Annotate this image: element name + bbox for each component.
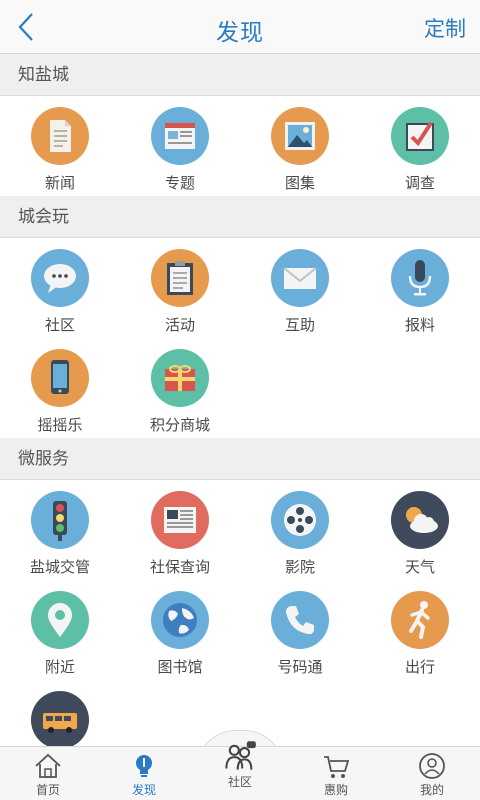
- newspaper-icon: [151, 491, 209, 549]
- section-grid-wei-fuwu: 盐城交管 社保查询 影院 天气 附近 图书馆 号码通 出行: [0, 480, 480, 746]
- tile-nearby[interactable]: 附近: [0, 580, 120, 680]
- page-title: 发现: [216, 19, 264, 45]
- section-header-zhi-yancheng: 知盐城: [0, 54, 480, 96]
- tab-discover[interactable]: 发现: [96, 747, 192, 800]
- globe-icon: [151, 591, 209, 649]
- tile-traffic-police[interactable]: 盐城交管: [0, 480, 120, 580]
- tile-weather[interactable]: 天气: [360, 480, 480, 580]
- tile-label: 社保查询: [149, 559, 210, 576]
- discover-content[interactable]: 知盐城 新闻 专题 图集 调查 城会玩 社区 活动 互助 报料 摇摇乐 积分商城…: [0, 54, 480, 746]
- tab-shopping[interactable]: 惠购: [288, 747, 384, 800]
- people-icon: [225, 741, 256, 770]
- chat-bubble-icon: [31, 249, 89, 307]
- tile-label: 影院: [284, 559, 315, 576]
- tile-label: 号码通: [277, 659, 323, 676]
- location-pin-icon: [31, 591, 89, 649]
- tile-activity[interactable]: 活动: [120, 238, 240, 338]
- tab-label: 发现: [131, 783, 156, 797]
- running-man-icon: [391, 591, 449, 649]
- tile-label: 专题: [164, 175, 195, 192]
- section-grid-cheng-hui-wan: 社区 活动 互助 报料 摇摇乐 积分商城: [0, 238, 480, 438]
- tile-gallery[interactable]: 图集: [240, 96, 360, 196]
- smartphone-icon: [31, 349, 89, 407]
- microphone-icon: [391, 249, 449, 307]
- tile-shake[interactable]: 摇摇乐: [0, 338, 120, 438]
- news-document-icon: [31, 107, 89, 165]
- tab-label: 惠购: [323, 783, 348, 797]
- sun-cloud-icon: [391, 491, 449, 549]
- tab-label: 我的: [419, 783, 444, 797]
- tile-community[interactable]: 社区: [0, 238, 120, 338]
- shopping-cart-icon: [324, 756, 350, 778]
- checkbox-survey-icon: [391, 107, 449, 165]
- tab-label: 首页: [35, 783, 60, 797]
- tab-mine[interactable]: 我的: [384, 747, 480, 800]
- picture-frame-icon: [271, 107, 329, 165]
- bottom-tab-bar: 首页 发现 社区 惠购 我的: [0, 741, 480, 800]
- tile-label: 调查: [404, 175, 435, 192]
- section-header-cheng-hui-wan: 城会玩: [0, 196, 480, 238]
- tile-label: 盐城交管: [29, 559, 90, 576]
- tile-points-mall[interactable]: 积分商城: [120, 338, 240, 438]
- tile-report[interactable]: 报料: [360, 238, 480, 338]
- tile-label: 社区: [44, 317, 75, 334]
- envelope-icon: [271, 249, 329, 307]
- tile-library[interactable]: 图书馆: [120, 580, 240, 680]
- tile-survey[interactable]: 调查: [360, 96, 480, 196]
- tile-label: 活动: [164, 317, 195, 334]
- tile-label: 新闻: [44, 175, 75, 192]
- tile-bus[interactable]: [0, 680, 120, 746]
- user-icon: [419, 753, 445, 779]
- clipboard-icon: [151, 249, 209, 307]
- gift-box-icon: [151, 349, 209, 407]
- traffic-light-icon: [31, 491, 89, 549]
- tile-label: 天气: [404, 559, 435, 576]
- phone-icon: [271, 591, 329, 649]
- tile-cinema[interactable]: 影院: [240, 480, 360, 580]
- tile-news[interactable]: 新闻: [0, 96, 120, 196]
- tile-label: 摇摇乐: [37, 417, 83, 434]
- tab-label: 社区: [227, 775, 252, 789]
- webpage-icon: [151, 107, 209, 165]
- tile-label: 积分商城: [149, 417, 210, 434]
- home-icon: [35, 753, 61, 778]
- top-nav-bar: 发现 定制: [0, 0, 480, 54]
- tab-home[interactable]: 首页: [0, 747, 96, 800]
- section-header-wei-fuwu: 微服务: [0, 438, 480, 480]
- bus-icon: [31, 691, 89, 746]
- tile-topics[interactable]: 专题: [120, 96, 240, 196]
- lightbulb-icon: [136, 755, 152, 777]
- tile-label: 报料: [404, 317, 435, 334]
- tile-travel[interactable]: 出行: [360, 580, 480, 680]
- tile-label: 图书馆: [157, 659, 203, 676]
- section-grid-zhi-yancheng: 新闻 专题 图集 调查: [0, 96, 480, 196]
- tile-social-security[interactable]: 社保查询: [120, 480, 240, 580]
- tile-label: 附近: [44, 659, 75, 676]
- film-reel-icon: [271, 491, 329, 549]
- tile-label: 互助: [284, 317, 315, 334]
- tile-mutual-help[interactable]: 互助: [240, 238, 360, 338]
- tile-phone-directory[interactable]: 号码通: [240, 580, 360, 680]
- tile-label: 图集: [284, 175, 315, 192]
- tab-community[interactable]: 社区: [192, 741, 288, 800]
- customize-button[interactable]: 定制: [424, 13, 466, 43]
- tile-label: 出行: [404, 659, 435, 676]
